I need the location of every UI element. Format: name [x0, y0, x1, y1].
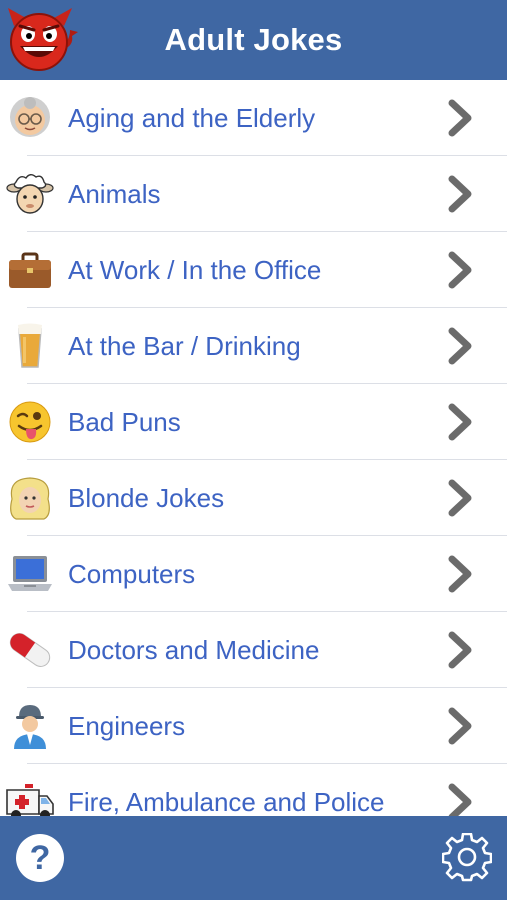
laptop-icon	[4, 550, 56, 598]
category-row-doctors[interactable]: Doctors and Medicine	[0, 612, 507, 688]
page-title: Adult Jokes	[164, 22, 343, 57]
chevron-right-icon	[448, 403, 472, 441]
category-label: Blonde Jokes	[68, 483, 225, 513]
category-label: Bad Puns	[68, 407, 181, 437]
navigation-bar: Adult Jokes	[0, 0, 507, 80]
category-row-fire-ambulance-police[interactable]: Fire, Ambulance and Police	[0, 764, 507, 816]
category-row-bar[interactable]: At the Bar / Drinking	[0, 308, 507, 384]
chevron-right-icon	[448, 555, 472, 593]
category-label: At Work / In the Office	[68, 255, 322, 285]
category-label: Doctors and Medicine	[68, 635, 320, 665]
category-label: Animals	[68, 179, 161, 209]
category-row-puns[interactable]: Bad Puns	[0, 384, 507, 460]
category-row-aging[interactable]: Aging and the Elderly	[0, 80, 507, 156]
help-icon: ?	[29, 838, 51, 877]
winking-tongue-face-icon	[4, 398, 56, 446]
category-label: Computers	[68, 559, 196, 589]
ambulance-icon	[4, 778, 56, 816]
gear-icon[interactable]	[442, 833, 492, 883]
briefcase-icon	[4, 246, 56, 294]
chevron-right-icon	[448, 175, 472, 213]
devil-face-icon	[8, 8, 78, 71]
category-label: At the Bar / Drinking	[68, 331, 301, 361]
category-row-work[interactable]: At Work / In the Office	[0, 232, 507, 308]
sheep-icon	[4, 170, 56, 218]
bottom-toolbar: ?	[0, 816, 507, 900]
category-list[interactable]: Aging and the Elderly Animals At Work / …	[0, 80, 507, 816]
chevron-right-icon	[448, 327, 472, 365]
beer-glass-icon	[4, 322, 56, 370]
chevron-right-icon	[448, 479, 472, 517]
engineer-icon	[4, 702, 56, 750]
chevron-right-icon	[448, 631, 472, 669]
chevron-right-icon	[448, 707, 472, 745]
category-row-animals[interactable]: Animals	[0, 156, 507, 232]
category-label: Fire, Ambulance and Police	[68, 787, 385, 816]
help-button[interactable]: ?	[16, 834, 64, 882]
category-label: Aging and the Elderly	[68, 103, 316, 133]
category-row-engineers[interactable]: Engineers	[0, 688, 507, 764]
chevron-right-icon	[448, 251, 472, 289]
category-label: Engineers	[68, 711, 186, 741]
chevron-right-icon	[448, 783, 472, 816]
pill-icon	[4, 626, 56, 674]
category-row-computers[interactable]: Computers	[0, 536, 507, 612]
category-row-blonde[interactable]: Blonde Jokes	[0, 460, 507, 536]
chevron-right-icon	[448, 99, 472, 137]
grandmother-icon	[4, 94, 56, 142]
blonde-woman-icon	[4, 474, 56, 522]
